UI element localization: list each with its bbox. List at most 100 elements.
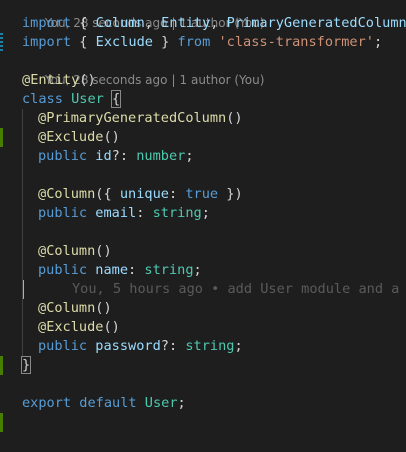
decorator-name: PrimaryGeneratedColumn (46, 110, 227, 126)
modifier-keyword: public (38, 338, 88, 354)
codelens-authors[interactable]: You, 28 seconds ago | 1 author (You) (22, 0, 406, 30)
code-line[interactable]: } (20, 356, 406, 375)
class-keyword: class (22, 91, 63, 107)
semicolon: ; (177, 395, 186, 411)
decorator-name: Column (46, 243, 96, 259)
indent-guide (22, 147, 38, 166)
code-line[interactable]: import { Exclude } from 'class-transform… (22, 33, 406, 52)
code-line[interactable] (22, 413, 406, 432)
code-line[interactable]: export default User; (22, 394, 406, 413)
gutter-added-marker (0, 413, 3, 432)
code-line[interactable] (22, 223, 406, 242)
brace-close: } (152, 34, 170, 50)
indent-guide (22, 242, 38, 261)
property-type: number (136, 148, 186, 164)
code-line[interactable]: @Entity() (22, 71, 406, 90)
decorator-name: Entity (30, 72, 80, 88)
import-source: 'class-transformer' (218, 34, 374, 50)
indent-guide (22, 204, 38, 223)
brace-open: { (79, 34, 96, 50)
comma: , (144, 15, 162, 31)
modifier-keyword: public (38, 262, 88, 278)
decorator-at: @ (38, 186, 47, 202)
code-line[interactable]: class User { (22, 90, 406, 109)
option-key: unique (119, 186, 169, 202)
decorator-args: () (103, 129, 120, 145)
codelens-authors[interactable]: You, 28 seconds ago | 1 author (You) (22, 52, 406, 87)
decorator-args: () (103, 319, 120, 335)
code-line[interactable]: @Column() (22, 242, 406, 261)
optional-colon: ?: (160, 338, 186, 354)
property-type: string (152, 205, 202, 221)
semicolon: ; (201, 205, 210, 221)
decorator-at: @ (38, 300, 47, 316)
decorator-args: () (95, 243, 112, 259)
decorator-name: Column (46, 186, 96, 202)
optional-colon: ?: (111, 148, 137, 164)
decorator-name: Exclude (46, 319, 104, 335)
property-type: string (185, 338, 235, 354)
decorator-args: () (95, 300, 112, 316)
import-keyword: import (22, 34, 72, 50)
indent-guide (22, 280, 38, 299)
semicolon: ; (373, 34, 383, 50)
from-keyword: from (177, 34, 211, 50)
code-line[interactable]: public password?: string; (22, 337, 406, 356)
code-line[interactable]: @Exclude() (22, 318, 406, 337)
gutter-modified-marker (0, 33, 3, 52)
export-keyword: export (22, 395, 72, 411)
code-line[interactable]: import { Column, Entity, PrimaryGenerate… (22, 14, 406, 33)
class-brace-close: } (20, 356, 32, 374)
property-name: password (95, 338, 161, 354)
indent-guide (22, 185, 38, 204)
gutter-added-marker (0, 128, 3, 147)
indent-guide (22, 166, 38, 185)
code-line-current[interactable]: You, 5 hours ago • add User module and a (22, 280, 406, 299)
decorator-at: @ (38, 129, 47, 145)
decorator-at: @ (38, 243, 47, 259)
code-line[interactable] (22, 166, 406, 185)
decorator-name: Exclude (46, 129, 104, 145)
colon: : (168, 186, 186, 202)
semicolon: ; (193, 262, 202, 278)
decorator-close: }) (218, 186, 243, 202)
indent-guide (22, 261, 38, 280)
property-name: id (95, 148, 112, 164)
indent-guide (22, 128, 38, 147)
property-name: name (95, 262, 129, 278)
import-name: Column (95, 15, 145, 31)
code-line[interactable] (22, 375, 406, 394)
decorator-at: @ (22, 72, 31, 88)
indent-guide (22, 299, 38, 318)
brace-open: { (79, 15, 96, 31)
code-line[interactable]: @Column() (22, 299, 406, 318)
code-line[interactable]: public email: string; (22, 204, 406, 223)
decorator-at: @ (38, 110, 47, 126)
default-keyword: default (79, 395, 137, 411)
modifier-keyword: public (38, 205, 88, 221)
indent-guide (22, 109, 38, 128)
code-line[interactable]: @PrimaryGeneratedColumn() (22, 109, 406, 128)
decorator-open: ({ (95, 186, 120, 202)
export-name: User (144, 395, 178, 411)
comma: , (210, 15, 227, 31)
import-keyword: import (22, 15, 72, 31)
code-line[interactable]: public id?: number; (22, 147, 406, 166)
decorator-args: () (79, 72, 96, 88)
import-name: Exclude (95, 34, 153, 50)
code-editor[interactable]: You, 28 seconds ago | 1 author (You) impor… (0, 0, 406, 452)
option-value: true (185, 186, 219, 202)
gutter-added-marker (0, 356, 3, 375)
class-name: User (71, 91, 104, 107)
code-line[interactable]: public name: string; (22, 261, 406, 280)
indent-guide (22, 318, 38, 337)
code-area[interactable]: You, 28 seconds ago | 1 author (You) impor… (20, 0, 406, 432)
decorator-name: Column (46, 300, 96, 316)
decorator-args: () (226, 110, 243, 126)
property-name: email (95, 205, 137, 221)
modifier-keyword: public (38, 148, 88, 164)
code-line[interactable]: @Column({ unique: true }) (22, 185, 406, 204)
code-line[interactable]: @Exclude() (22, 128, 406, 147)
decorator-at: @ (38, 319, 47, 335)
import-name: PrimaryGeneratedColumn (226, 15, 406, 31)
